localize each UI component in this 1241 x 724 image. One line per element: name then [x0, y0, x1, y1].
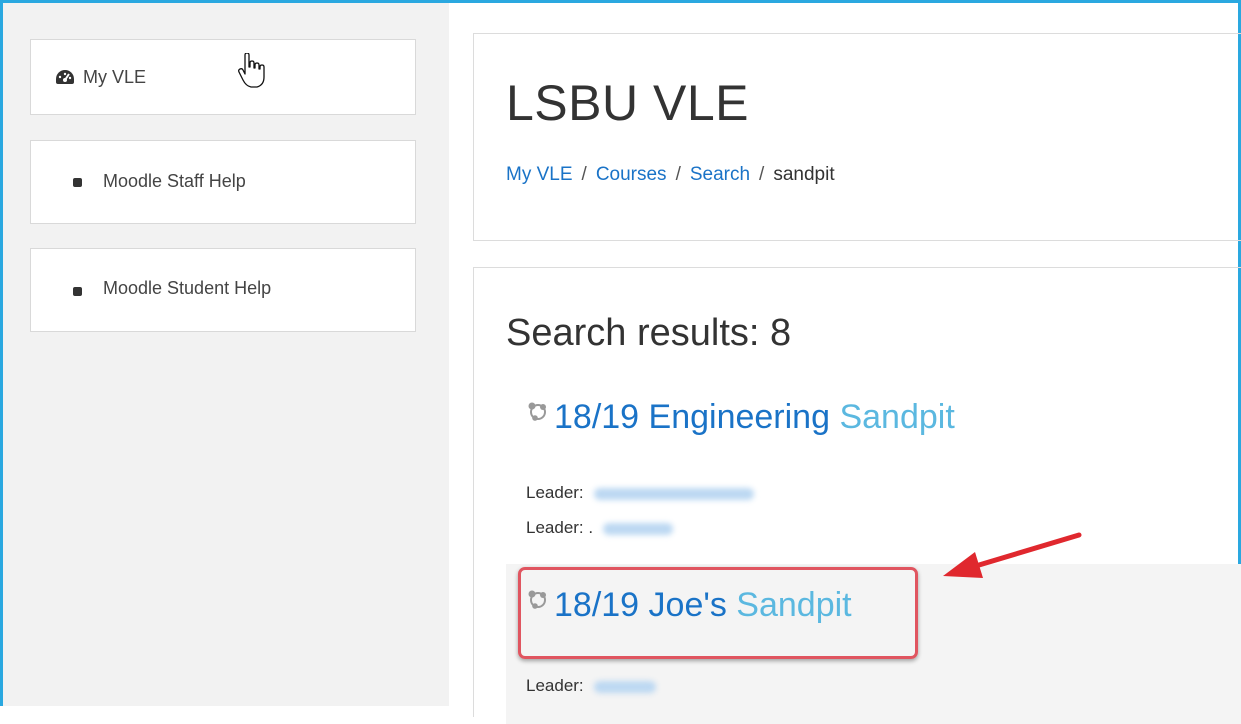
course-icon [528, 402, 546, 421]
leader-label: Leader: . [526, 518, 594, 537]
sidebar-item-moodle-student-help[interactable]: Moodle Student Help [30, 248, 416, 332]
course-leader: Leader: [526, 483, 754, 503]
hand-cursor-icon [238, 53, 265, 88]
course-link-engineering-sandpit[interactable]: 18/19 Engineering Sandpit [526, 398, 955, 437]
breadcrumb-current: sandpit [773, 164, 835, 185]
dashboard-icon [56, 70, 74, 84]
breadcrumb-link-courses[interactable]: Courses [596, 164, 667, 185]
sidebar: My VLE Moodle Staff Help Moodle Student … [3, 3, 449, 706]
breadcrumb-separator: / [675, 164, 681, 185]
course-result: 18/19 Engineering Sandpit Leader: Leader… [506, 388, 1241, 560]
sidebar-item-label: My VLE [83, 67, 147, 87]
annotation-highlight-box [518, 567, 918, 659]
search-term-highlight: Sandpit [839, 398, 955, 436]
course-leader: Leader: [526, 676, 656, 696]
leader-label: Leader: [526, 676, 584, 695]
sidebar-item-moodle-staff-help[interactable]: Moodle Staff Help [30, 140, 416, 224]
search-results-title: Search results: 8 [506, 312, 792, 354]
course-leader: Leader: . [526, 518, 674, 538]
sidebar-item-label: Moodle Student Help [103, 278, 272, 298]
redacted-name [593, 487, 754, 500]
bullet-icon [73, 287, 82, 296]
breadcrumb-link-my-vle[interactable]: My VLE [506, 164, 573, 185]
leader-label: Leader: [526, 483, 584, 502]
breadcrumb-separator: / [581, 164, 587, 185]
annotation-arrow-icon [943, 532, 1082, 578]
sidebar-item-my-vle[interactable]: My VLE [30, 39, 416, 115]
redacted-name [593, 680, 656, 693]
sidebar-item-label: Moodle Staff Help [103, 171, 246, 191]
bullet-icon [73, 178, 82, 187]
site-title: LSBU VLE [506, 75, 750, 131]
page-header: LSBU VLE My VLE / Courses / Search / sandpit [473, 33, 1241, 241]
breadcrumb-link-search[interactable]: Search [690, 164, 750, 185]
redacted-name [603, 522, 674, 535]
breadcrumb-separator: / [759, 164, 765, 185]
breadcrumb: My VLE / Courses / Search / sandpit [506, 164, 835, 186]
course-name: 18/19 Engineering [554, 398, 831, 436]
